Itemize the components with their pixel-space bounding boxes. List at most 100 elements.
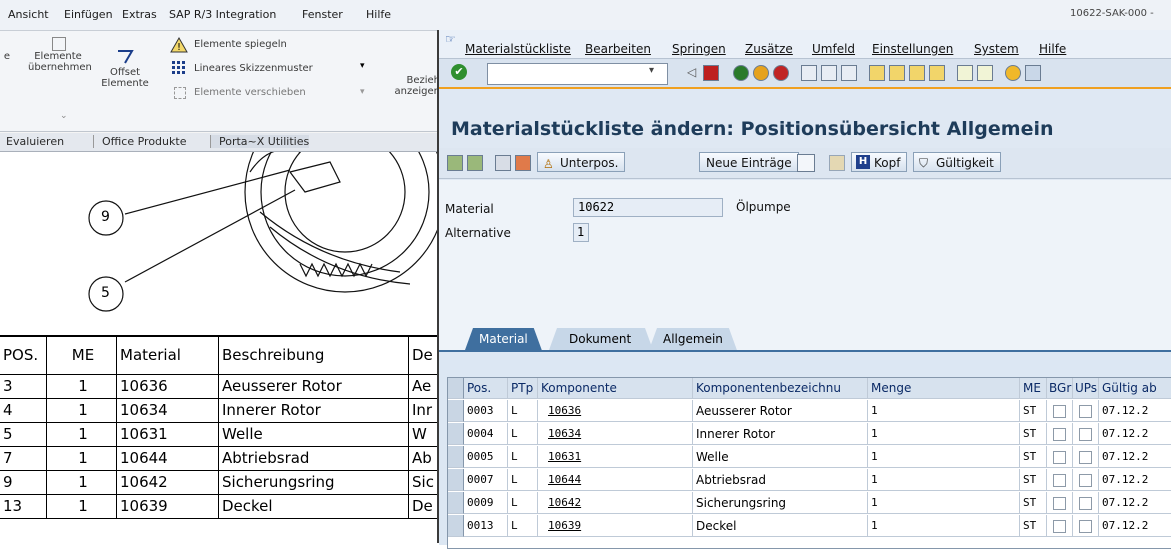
take-elements-button[interactable]: Elemente übernehmen xyxy=(28,51,92,73)
offset-elements-button[interactable]: Offset Elemente xyxy=(100,67,150,89)
grid-cell-component[interactable]: 10642 xyxy=(538,492,693,514)
header-button[interactable]: H Kopf xyxy=(851,152,908,172)
grid-cell-bgr[interactable] xyxy=(1047,446,1073,468)
ups-checkbox[interactable] xyxy=(1079,497,1092,510)
grid-header-bgr[interactable]: BGr xyxy=(1047,378,1073,399)
grid-cell-bgr[interactable] xyxy=(1047,423,1073,445)
enter-icon[interactable]: ✔ xyxy=(451,64,467,80)
grid-cell-valid-from[interactable]: 07.12.2 xyxy=(1099,515,1171,537)
cad-menu-einfuegen[interactable]: Einfügen xyxy=(64,8,113,21)
row-selector[interactable] xyxy=(448,515,464,537)
grid-header-quantity[interactable]: Menge xyxy=(868,378,1020,399)
sap-menu-materialstueckliste[interactable]: Materialstückliste xyxy=(465,42,571,56)
ups-checkbox[interactable] xyxy=(1079,474,1092,487)
grid-cell-ups[interactable] xyxy=(1073,400,1099,422)
grid-header-me[interactable]: ME xyxy=(1020,378,1047,399)
row-selector[interactable] xyxy=(448,400,464,422)
grid-row[interactable]: 0005 L 10631 Welle 1 ST 07.12.2 xyxy=(448,446,1171,469)
grid-header-description[interactable]: Komponentenbezeichnu xyxy=(693,378,868,399)
prev-item-icon[interactable] xyxy=(447,155,463,171)
move-dropdown-icon[interactable]: ▾ xyxy=(360,87,365,97)
bom-row[interactable]: 9 1 10642 Sicherungsring Sic xyxy=(0,471,440,495)
grid-cell-component[interactable]: 10631 xyxy=(538,446,693,468)
exit-icon[interactable] xyxy=(753,65,769,81)
grid-row[interactable]: 0007 L 10644 Abtriebsrad 1 ST 07.12.2 xyxy=(448,469,1171,492)
grid-cell-component[interactable]: 10636 xyxy=(538,400,693,422)
relations-button[interactable]: Bezieh anzeigen xyxy=(380,75,440,97)
ups-checkbox[interactable] xyxy=(1079,520,1092,533)
mirror-elements-button[interactable]: Elemente spiegeln xyxy=(194,39,287,50)
bgr-checkbox[interactable] xyxy=(1053,428,1066,441)
linear-pattern-dropdown-icon[interactable]: ▾ xyxy=(360,61,365,71)
row-selector[interactable] xyxy=(448,446,464,468)
grid-cell-valid-from[interactable]: 07.12.2 xyxy=(1099,492,1171,514)
find-next-icon[interactable] xyxy=(841,65,857,81)
grid-cell-component[interactable]: 10634 xyxy=(538,423,693,445)
grid-row[interactable]: 0003 L 10636 Aeusserer Rotor 1 ST 07.12.… xyxy=(448,400,1171,423)
grid-cell-ups[interactable] xyxy=(1073,492,1099,514)
grid-cell-component[interactable]: 10639 xyxy=(538,515,693,537)
sap-menu-hilfe[interactable]: Hilfe xyxy=(1039,42,1066,56)
grid-cell-bgr[interactable] xyxy=(1047,492,1073,514)
cad-tab-portax[interactable]: Porta~X Utilities xyxy=(210,135,310,148)
find-icon[interactable] xyxy=(821,65,837,81)
grid-cell-valid-from[interactable]: 07.12.2 xyxy=(1099,469,1171,491)
grid-header-ups[interactable]: UPs xyxy=(1073,378,1099,399)
grid-cell-bgr[interactable] xyxy=(1047,400,1073,422)
grid-cell-description[interactable]: Welle xyxy=(693,446,868,468)
last-page-icon[interactable] xyxy=(929,65,945,81)
command-field[interactable] xyxy=(487,63,668,85)
grid-row[interactable]: 0004 L 10634 Innerer Rotor 1 ST 07.12.2 xyxy=(448,423,1171,446)
sap-menu-zusaetze[interactable]: Zusätze xyxy=(745,42,793,56)
grid-cell-me[interactable]: ST xyxy=(1020,423,1047,445)
grid-cell-bgr[interactable] xyxy=(1047,515,1073,537)
grid-header-valid-from[interactable]: Gültig ab xyxy=(1099,378,1171,399)
linear-pattern-button[interactable]: Lineares Skizzenmuster xyxy=(194,63,313,74)
ups-checkbox[interactable] xyxy=(1079,405,1092,418)
grid-cell-valid-from[interactable]: 07.12.2 xyxy=(1099,423,1171,445)
grid-cell-me[interactable]: ST xyxy=(1020,515,1047,537)
alternative-field[interactable]: 1 xyxy=(573,223,589,242)
delete-icon[interactable] xyxy=(797,154,815,172)
item-detail-icon[interactable] xyxy=(495,155,511,171)
grid-cell-valid-from[interactable]: 07.12.2 xyxy=(1099,400,1171,422)
bgr-checkbox[interactable] xyxy=(1053,497,1066,510)
ups-checkbox[interactable] xyxy=(1079,451,1092,464)
grid-header-pos[interactable]: Pos. xyxy=(464,378,508,399)
grid-cell-bgr[interactable] xyxy=(1047,469,1073,491)
validity-button[interactable]: ⛉ Gültigkeit xyxy=(913,152,1001,172)
command-history-icon[interactable]: ◁ xyxy=(687,65,696,79)
grid-cell-component[interactable]: 10644 xyxy=(538,469,693,491)
cad-tab-evaluieren[interactable]: Evaluieren xyxy=(6,135,64,148)
cad-menu-sap-integration[interactable]: SAP R/3 Integration xyxy=(169,8,276,21)
ups-checkbox[interactable] xyxy=(1079,428,1092,441)
grid-row[interactable]: 0009 L 10642 Sicherungsring 1 ST 07.12.2 xyxy=(448,492,1171,515)
move-elements-button[interactable]: Elemente verschieben xyxy=(194,87,306,98)
grid-cell-description[interactable]: Aeusserer Rotor xyxy=(693,400,868,422)
layout-menu-icon[interactable] xyxy=(1025,65,1041,81)
help-icon[interactable] xyxy=(1005,65,1021,81)
previous-page-icon[interactable] xyxy=(889,65,905,81)
bgr-checkbox[interactable] xyxy=(1053,474,1066,487)
grid-cell-description[interactable]: Sicherungsring xyxy=(693,492,868,514)
grid-cell-ups[interactable] xyxy=(1073,446,1099,468)
sap-menu-umfeld[interactable]: Umfeld xyxy=(812,42,855,56)
grid-cell-description[interactable]: Deckel xyxy=(693,515,868,537)
sap-menu-springen[interactable]: Springen xyxy=(672,42,726,56)
grid-cell-quantity[interactable]: 1 xyxy=(868,469,1020,491)
bom-row[interactable]: 13 1 10639 Deckel De xyxy=(0,495,440,519)
grid-cell-quantity[interactable]: 1 xyxy=(868,446,1020,468)
print-icon[interactable] xyxy=(801,65,817,81)
bgr-checkbox[interactable] xyxy=(1053,451,1066,464)
new-session-icon[interactable] xyxy=(957,65,973,81)
back-icon[interactable] xyxy=(733,65,749,81)
cad-menu-fenster[interactable]: Fenster xyxy=(302,8,343,21)
subitems-button[interactable]: ♙ Unterpos. xyxy=(537,152,626,172)
grid-cell-ups[interactable] xyxy=(1073,469,1099,491)
row-selector[interactable] xyxy=(448,492,464,514)
grid-cell-valid-from[interactable]: 07.12.2 xyxy=(1099,446,1171,468)
component-icon[interactable] xyxy=(515,155,531,171)
grid-cell-ptp[interactable]: L xyxy=(508,515,538,537)
grid-cell-ptp[interactable]: L xyxy=(508,469,538,491)
copy-icon[interactable] xyxy=(829,155,845,171)
